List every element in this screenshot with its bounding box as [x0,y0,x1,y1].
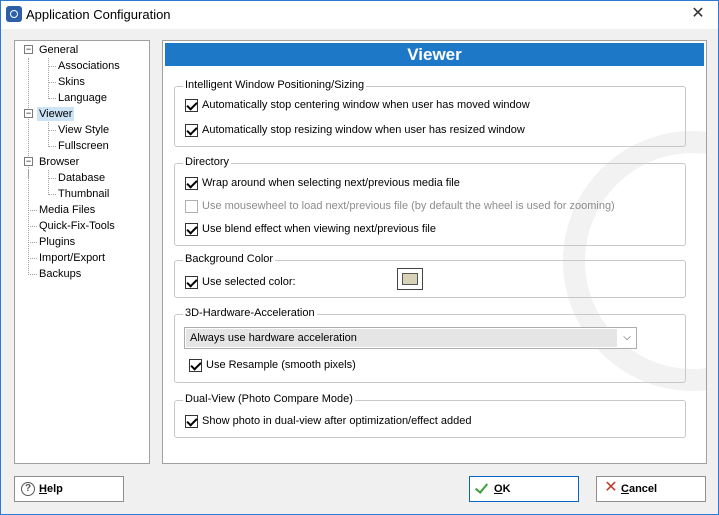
tree-item-import-export[interactable]: Import/Export [39,251,105,265]
tree-item-skins[interactable]: Skins [58,75,85,89]
help-button[interactable]: ? Help [14,476,124,502]
window-title: Application Configuration [26,7,171,22]
tree-item-general[interactable]: General [39,43,78,57]
tree-connector [48,170,49,195]
tree-item-media-files[interactable]: Media Files [39,203,95,217]
tree-item-language[interactable]: Language [58,91,107,105]
tree-connector [48,194,56,195]
cancel-button[interactable]: ✕ Cancel [596,476,706,502]
option-label: Use blend effect when viewing next/previ… [202,223,436,235]
use-resample-checkbox[interactable] [189,359,202,372]
tree-item-database[interactable]: Database [58,171,105,185]
group-label: Directory [183,156,232,168]
group-label: Dual-View (Photo Compare Mode) [183,393,355,405]
collapse-viewer-icon[interactable]: − [24,109,33,118]
color-picker-button[interactable] [397,268,423,290]
option-label: Show photo in dual-view after optimizati… [202,415,472,427]
help-label-rest: elp [46,483,63,495]
ok-button[interactable]: OK [469,476,579,502]
viewer-settings-panel: Viewer Intelligent Window Positioning/Si… [162,40,707,464]
settings-tree: − General Associations Skins Language − … [14,40,150,464]
app-icon [6,6,22,22]
tree-connector [48,130,56,131]
ok-label-rest: K [502,483,511,495]
tree-item-backups[interactable]: Backups [39,267,81,281]
option-label: Use Resample (smooth pixels) [206,359,356,371]
tree-item-viewer[interactable]: Viewer [37,107,75,121]
checkmark-icon [474,480,489,494]
tree-connector [48,66,56,67]
option-label: Automatically stop centering window when… [202,99,530,111]
use-selected-color-checkbox[interactable] [185,276,198,289]
application-configuration-window: Application Configuration ✕ − General As… [0,0,719,515]
group-label: 3D-Hardware-Acceleration [183,307,317,319]
tree-connector [48,178,56,179]
close-icon[interactable]: ✕ [688,4,708,24]
chevron-down-icon[interactable]: ⌵ [621,331,633,345]
tree-item-quick-fix-tools[interactable]: Quick-Fix-Tools [39,219,115,233]
background-color-group: Background Color Use selected color: [174,253,686,298]
group-label: Intelligent Window Positioning/Sizing [183,79,367,91]
option-label: Use mousewheel to load next/previous fil… [202,200,615,212]
directory-group: Directory Wrap around when selecting nex… [174,156,686,246]
collapse-general-icon[interactable]: − [24,45,33,54]
tree-connector [28,274,37,275]
positioning-group: Intelligent Window Positioning/Sizing Au… [174,79,686,147]
stop-resizing-checkbox[interactable] [185,124,198,137]
help-access-key: H [39,483,47,495]
option-label: Use selected color: [202,276,296,288]
cancel-label-rest: ancel [628,483,658,495]
tree-item-fullscreen[interactable]: Fullscreen [58,139,109,153]
tree-connector [48,82,56,83]
color-swatch [402,273,418,285]
tree-connector [28,210,37,211]
group-label: Background Color [183,253,276,265]
tree-connector [48,146,56,147]
help-icon: ? [21,482,35,496]
tree-item-associations[interactable]: Associations [58,59,120,73]
wrap-around-checkbox[interactable] [185,177,198,190]
ok-button-label: OK [494,477,511,501]
dropdown-value: Always use hardware acceleration [186,329,617,347]
tree-connector [28,258,37,259]
cancel-icon: ✕ [604,479,618,496]
help-button-label: Help [39,477,63,501]
tree-item-browser[interactable]: Browser [39,155,79,169]
dual-view-checkbox[interactable] [185,415,198,428]
title-bar: Application Configuration ✕ [1,1,718,29]
cancel-access-key: C [621,483,629,495]
blend-effect-checkbox[interactable] [185,223,198,236]
tree-connector [28,226,37,227]
cancel-button-label: Cancel [621,477,657,501]
mousewheel-checkbox [185,200,198,213]
option-label: Wrap around when selecting next/previous… [202,177,460,189]
tree-connector [48,58,49,99]
tree-item-thumbnail[interactable]: Thumbnail [58,187,109,201]
tree-connector [28,242,37,243]
tree-connector [28,170,29,275]
hardware-acceleration-group: 3D-Hardware-Acceleration Always use hard… [174,307,686,383]
option-label: Automatically stop resizing window when … [202,124,525,136]
dual-view-group: Dual-View (Photo Compare Mode) Show phot… [174,393,686,438]
stop-centering-checkbox[interactable] [185,99,198,112]
collapse-browser-icon[interactable]: − [24,157,33,166]
tree-connector [48,122,49,147]
hardware-acceleration-dropdown[interactable]: Always use hardware acceleration ⌵ [184,327,637,349]
ok-access-key: O [494,483,503,495]
panel-title: Viewer [165,43,704,66]
tree-item-plugins[interactable]: Plugins [39,235,75,249]
tree-connector [48,98,56,99]
tree-item-view-style[interactable]: View Style [58,123,109,137]
